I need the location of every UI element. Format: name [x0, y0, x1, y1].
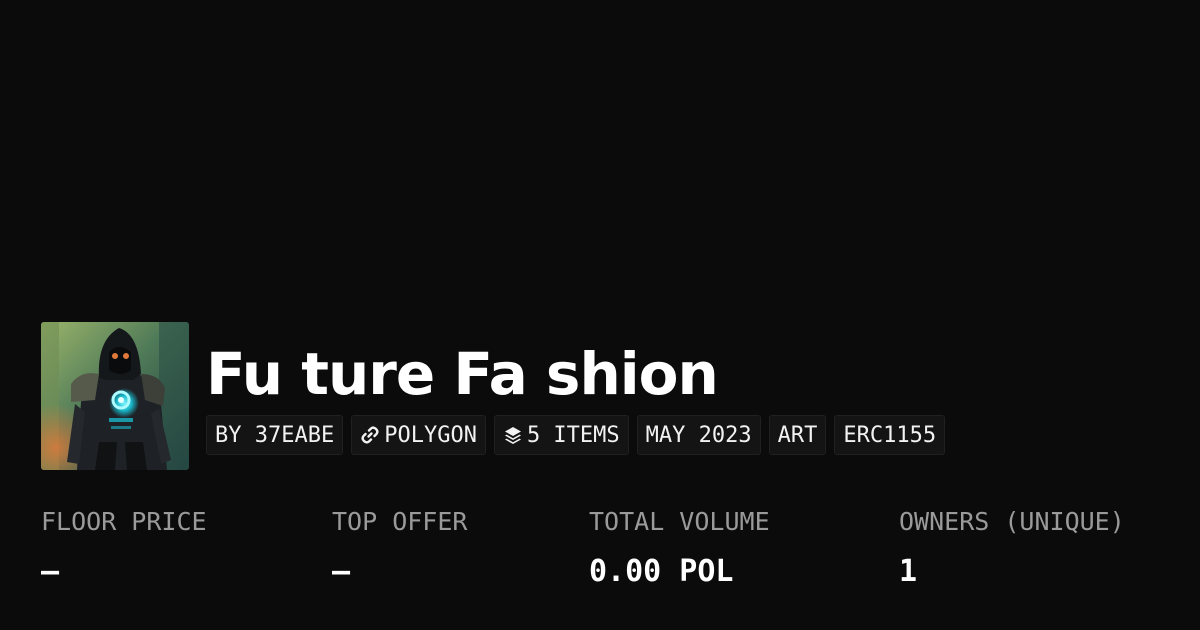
stat-floor-price-value: –: [41, 554, 60, 589]
collection-card: Fu ture Fa shion BY 37EABE POLYGON 5 ITE…: [0, 0, 1200, 630]
tag-creator[interactable]: BY 37EABE: [206, 415, 344, 455]
chain-link-icon: [361, 426, 379, 444]
stat-floor-price: FLOOR PRICE –: [41, 504, 207, 590]
tag-standard-label: ERC1155: [843, 422, 937, 448]
stat-owners-label: OWNERS (UNIQUE): [899, 507, 1125, 536]
tag-chain[interactable]: POLYGON: [351, 415, 486, 455]
tag-date-label: MAY 2023: [645, 422, 752, 448]
stat-total-volume-value: 0.00 POL: [589, 554, 734, 589]
stat-top-offer: TOP OFFER –: [332, 504, 467, 590]
stat-top-offer-value: –: [332, 554, 351, 589]
collection-title: Fu ture Fa shion: [206, 340, 719, 408]
stat-total-volume: TOTAL VOLUME 0.00 POL: [589, 504, 770, 590]
tag-items-label: 5 ITEMS: [526, 422, 620, 448]
stat-top-offer-label: TOP OFFER: [332, 507, 468, 536]
collection-thumbnail[interactable]: [41, 322, 189, 470]
tag-date[interactable]: MAY 2023: [636, 415, 761, 455]
tag-category[interactable]: ART: [768, 415, 827, 455]
tag-standard[interactable]: ERC1155: [834, 415, 946, 455]
tag-items[interactable]: 5 ITEMS: [493, 415, 629, 455]
stat-total-volume-label: TOTAL VOLUME: [589, 507, 770, 536]
collection-tags: BY 37EABE POLYGON 5 ITEMS MAY 2023 ART E…: [206, 415, 946, 455]
stat-owners-value: 1: [899, 554, 918, 589]
tag-chain-label: POLYGON: [384, 422, 477, 448]
layers-icon: [504, 427, 521, 444]
stat-floor-price-label: FLOOR PRICE: [41, 507, 207, 536]
tag-creator-label: BY 37EABE: [215, 422, 335, 448]
tag-category-label: ART: [777, 422, 818, 448]
cyberpunk-figure-artwork: [41, 322, 189, 470]
stat-owners: OWNERS (UNIQUE) 1: [899, 504, 1125, 590]
